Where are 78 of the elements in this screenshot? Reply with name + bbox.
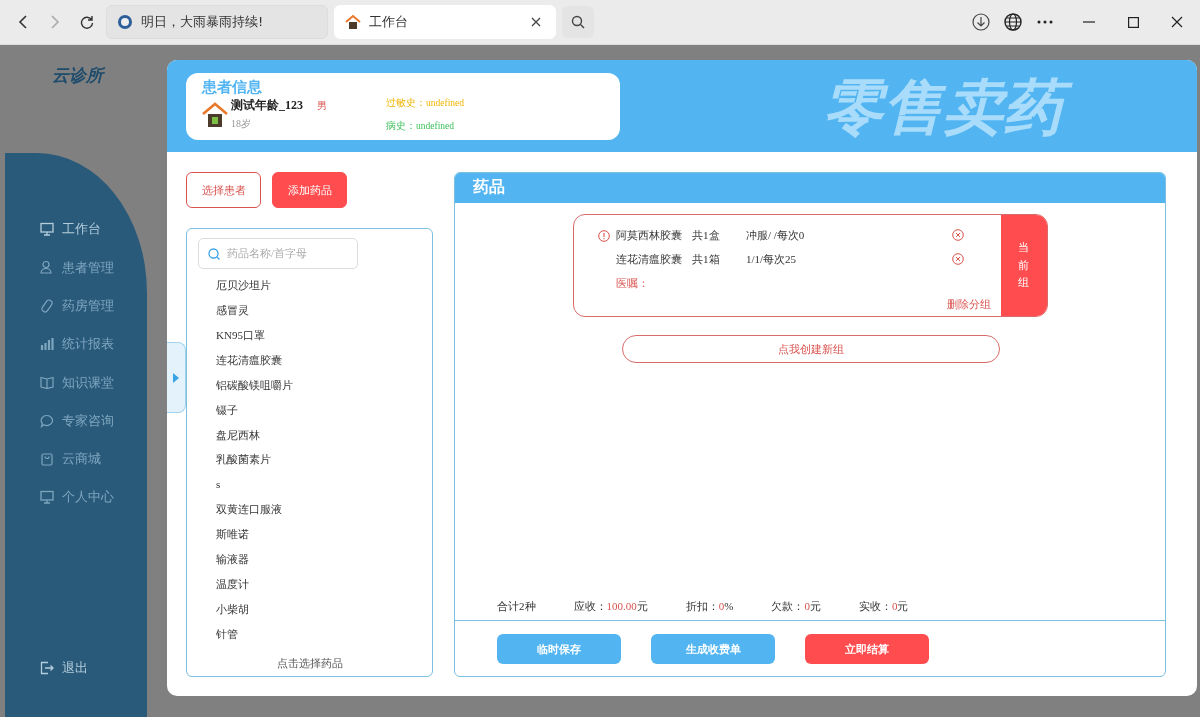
forward-icon [48, 15, 62, 29]
remove-button[interactable] [952, 229, 964, 241]
banner-title: 零售卖药 [817, 68, 1077, 150]
summary-item: 应收：100.00元 [573, 598, 648, 614]
drug-name: 连花清瘟胶囊 [616, 251, 683, 267]
house-avatar-icon [202, 101, 228, 128]
more-icon [1037, 20, 1053, 24]
patient-name: 测试年龄_123 [231, 96, 304, 114]
tab-title: 工作台 [369, 13, 409, 32]
tab-title: 明日，大雨暴雨持续! [141, 13, 265, 32]
remove-button[interactable] [952, 253, 964, 265]
drug-item[interactable]: 铝碳酸镁咀嚼片 [216, 372, 293, 398]
drug-item[interactable]: 镊子 [216, 397, 238, 423]
back-icon [16, 15, 30, 29]
drug-name: 阿莫西林胶囊 [616, 227, 683, 243]
drug-item[interactable]: s [216, 472, 221, 497]
globe-icon [1004, 13, 1022, 31]
drug-item[interactable]: 双黄连口服液 [216, 497, 282, 522]
drug-item[interactable]: 盘尼西林 [216, 422, 260, 448]
close-icon [531, 17, 541, 27]
drug-usage: 冲服/ /每次0 [746, 227, 806, 243]
logout-icon [40, 660, 54, 675]
drug-item[interactable]: 温度计 [216, 571, 249, 597]
book-icon [40, 375, 54, 390]
remove-icon [952, 253, 964, 265]
drug-quantity: 共1箱 [692, 251, 721, 267]
bar-chart-icon [40, 337, 54, 352]
summary-item: 折扣：0% [685, 598, 734, 614]
drug-item[interactable]: 感冒灵 [216, 297, 249, 323]
close-icon [1171, 16, 1183, 28]
current-group-tag: 当前组 [1001, 215, 1047, 316]
doctor-note-label: 医嘱： [615, 275, 650, 291]
search-field[interactable]: 药品名称/首字母 [198, 238, 358, 269]
chat-bubble-icon [40, 413, 54, 428]
medical-history: 病史：undefined [386, 119, 455, 133]
drug-item[interactable]: 厄贝沙坦片 [216, 273, 271, 298]
search-icon [208, 248, 220, 260]
drug-item[interactable]: 针管 [216, 621, 238, 647]
patient-gender: 男 [317, 98, 328, 113]
pill-icon [40, 298, 54, 313]
summary-item: 合计2种 [497, 598, 536, 614]
drug-item[interactable]: 连花清瘟胶囊 [216, 347, 282, 373]
monitor-icon [40, 222, 54, 237]
drug-quantity: 共1盒 [692, 227, 721, 243]
patient-info-heading: 患者信息 [202, 79, 263, 96]
monitor-icon [40, 490, 54, 505]
maximize-icon [1127, 16, 1139, 28]
drug-item[interactable]: 输液器 [216, 546, 249, 572]
user-icon [40, 260, 54, 275]
summary-item: 实收：0元 [858, 598, 909, 614]
bag-icon [40, 451, 54, 466]
sidebar-toggle[interactable] [167, 342, 186, 413]
reload-icon [80, 15, 94, 29]
search-button[interactable] [562, 6, 594, 38]
logo-text: 云诊所 [52, 65, 103, 85]
drug-item[interactable]: 斯唯诺 [216, 521, 249, 547]
new-group-button[interactable]: 点我创建新组 [622, 335, 1000, 363]
drug-usage: 1/1/每次25 [746, 251, 798, 267]
drug-item[interactable]: KN95口罩 [216, 322, 265, 348]
delete-group-link[interactable]: 删除分组 [947, 295, 991, 312]
caret-icon [173, 372, 179, 383]
drug-item[interactable]: 乳酸菌素片 [216, 447, 271, 473]
remove-icon [952, 229, 964, 241]
allergy-history: 过敏史：undefined [386, 96, 464, 110]
house-favicon-icon [345, 14, 361, 30]
patient-age: 18岁 [231, 116, 252, 131]
list-hint: 点击选择药品 [276, 655, 343, 671]
logout-button[interactable]: 退出 [5, 648, 147, 687]
sidebar-item[interactable]: 工作台 [5, 210, 147, 249]
select-patient-button[interactable]: 选择患者 [186, 172, 261, 208]
browser-tab[interactable]: 明日，大雨暴雨持续! [106, 5, 328, 39]
panel-title: 药品 [473, 177, 505, 196]
download-icon [972, 13, 990, 31]
drug-item[interactable]: 小柴胡 [216, 596, 249, 622]
browser-tab[interactable]: 工作台 [334, 5, 556, 39]
minimize-icon [1083, 21, 1095, 23]
summary-item: 欠款：0元 [771, 598, 821, 614]
search-icon [571, 15, 585, 29]
